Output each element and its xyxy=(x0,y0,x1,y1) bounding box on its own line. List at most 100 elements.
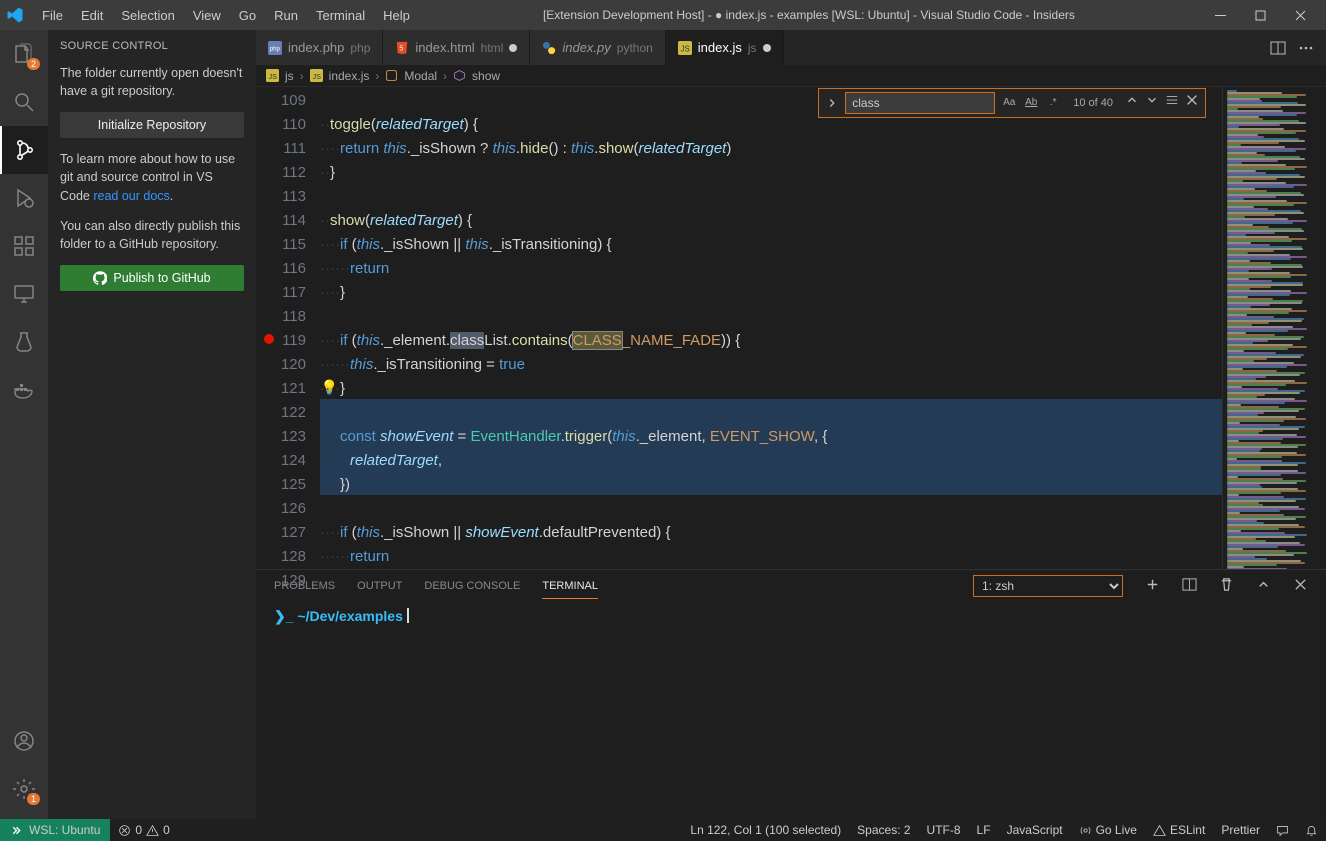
activity-source-control[interactable] xyxy=(0,126,48,174)
find-input[interactable] xyxy=(845,92,995,114)
match-whole-word-icon[interactable]: Ab xyxy=(1023,95,1039,111)
tab-lang: js xyxy=(748,41,757,55)
eslint-warn-icon xyxy=(1153,824,1166,837)
status-indentation[interactable]: Spaces: 2 xyxy=(849,823,918,837)
status-problems[interactable]: 0 0 xyxy=(110,823,177,837)
publish-to-github-button[interactable]: Publish to GitHub xyxy=(60,265,244,291)
activity-remote-explorer[interactable] xyxy=(0,270,48,318)
menu-help[interactable]: Help xyxy=(375,4,418,27)
terminal-shell-select[interactable]: 1: zsh xyxy=(973,575,1123,597)
panel-tab-terminal[interactable]: TERMINAL xyxy=(542,574,598,599)
code-editor[interactable]: Aa Ab .* 10 of 40 1091101111121131141151… xyxy=(256,87,1326,569)
editor-gutter[interactable]: 109110111112113114115116117118119120💡121… xyxy=(256,87,320,569)
match-case-icon[interactable]: Aa xyxy=(1001,95,1017,111)
status-cursor-position[interactable]: Ln 122, Col 1 (100 selected) xyxy=(682,823,849,837)
class-symbol-icon xyxy=(385,69,398,82)
activity-explorer[interactable]: 2 xyxy=(0,30,48,78)
status-encoding[interactable]: UTF-8 xyxy=(919,823,969,837)
svg-text:JS: JS xyxy=(268,72,277,81)
find-count: 10 of 40 xyxy=(1073,91,1113,115)
breakpoint-icon[interactable] xyxy=(264,334,274,344)
close-panel-button[interactable] xyxy=(1293,577,1308,595)
terminal-path: ~/Dev/examples xyxy=(297,608,402,624)
title-bar: FileEditSelectionViewGoRunTerminalHelp [… xyxy=(0,0,1326,30)
html-file-icon: 5 xyxy=(395,41,409,55)
editor-tab-index-php[interactable]: phpindex.phpphp xyxy=(256,30,383,65)
py-file-icon xyxy=(542,41,556,55)
status-bell[interactable] xyxy=(1297,824,1326,837)
status-golive[interactable]: Go Live xyxy=(1071,823,1145,837)
window-maximize-button[interactable] xyxy=(1240,0,1280,30)
tab-lang: php xyxy=(350,41,370,55)
menu-edit[interactable]: Edit xyxy=(73,4,111,27)
find-selection-icon[interactable] xyxy=(1165,91,1179,115)
panel-tabs: PROBLEMSOUTPUTDEBUG CONSOLETERMINAL 1: z… xyxy=(256,570,1326,602)
kill-terminal-button[interactable] xyxy=(1219,577,1234,595)
remote-icon xyxy=(10,824,23,837)
activity-run-debug[interactable] xyxy=(0,174,48,222)
menu-go[interactable]: Go xyxy=(231,4,264,27)
window-close-button[interactable] xyxy=(1280,0,1320,30)
vscode-logo-icon xyxy=(6,6,24,24)
menu-bar[interactable]: FileEditSelectionViewGoRunTerminalHelp xyxy=(34,4,418,27)
settings-badge: 1 xyxy=(27,793,40,805)
status-eol[interactable]: LF xyxy=(969,823,999,837)
dirty-indicator-icon xyxy=(509,44,517,52)
editor-tab-index-js[interactable]: JSindex.jsjs xyxy=(666,30,784,65)
editor-tab-index-py[interactable]: index.pypython xyxy=(530,30,665,65)
find-widget: Aa Ab .* 10 of 40 xyxy=(818,88,1206,118)
status-bar: WSL: Ubuntu 0 0 Ln 122, Col 1 (100 selec… xyxy=(0,819,1326,841)
sidebar-docs-message: To learn more about how to use git and s… xyxy=(60,150,244,204)
regex-icon[interactable]: .* xyxy=(1045,95,1061,111)
activity-search[interactable] xyxy=(0,78,48,126)
menu-selection[interactable]: Selection xyxy=(113,4,182,27)
status-remote[interactable]: WSL: Ubuntu xyxy=(0,819,110,841)
status-eslint[interactable]: ESLint xyxy=(1145,823,1213,837)
sidebar-publish-message: You can also directly publish this folde… xyxy=(60,217,244,253)
initialize-repository-button[interactable]: Initialize Repository xyxy=(60,112,244,138)
activity-settings[interactable]: 1 xyxy=(0,765,48,813)
new-terminal-button[interactable] xyxy=(1145,577,1160,595)
menu-file[interactable]: File xyxy=(34,4,71,27)
menu-run[interactable]: Run xyxy=(266,4,306,27)
js-file-icon: JS xyxy=(678,41,692,55)
php-file-icon: php xyxy=(268,41,282,55)
js-file-icon: JS xyxy=(310,69,323,82)
explorer-badge: 2 xyxy=(27,58,40,70)
minimap[interactable] xyxy=(1222,87,1326,569)
find-prev-button[interactable] xyxy=(1125,91,1139,115)
tab-label: index.html xyxy=(415,40,474,55)
menu-view[interactable]: View xyxy=(185,4,229,27)
maximize-panel-button[interactable] xyxy=(1256,577,1271,595)
panel-tab-debug-console[interactable]: DEBUG CONSOLE xyxy=(424,574,520,598)
dirty-indicator-icon xyxy=(763,44,771,52)
activity-docker[interactable] xyxy=(0,366,48,414)
window-minimize-button[interactable] xyxy=(1200,0,1240,30)
sidebar-message-no-repo: The folder currently open doesn't have a… xyxy=(60,64,244,100)
menu-terminal[interactable]: Terminal xyxy=(308,4,373,27)
activity-account[interactable] xyxy=(0,717,48,765)
sidebar-title: SOURCE CONTROL xyxy=(60,40,244,52)
find-next-button[interactable] xyxy=(1145,91,1159,115)
find-expand-icon[interactable] xyxy=(825,96,839,110)
status-language[interactable]: JavaScript xyxy=(999,823,1071,837)
split-terminal-button[interactable] xyxy=(1182,577,1197,595)
split-editor-icon[interactable] xyxy=(1270,40,1286,56)
editor-tabs: phpindex.phpphp5index.htmlhtmlindex.pypy… xyxy=(256,30,1326,65)
breadcrumbs[interactable]: JS js› JS index.js› Modal› show xyxy=(256,65,1326,87)
bell-icon xyxy=(1305,824,1318,837)
editor-tab-index-html[interactable]: 5index.htmlhtml xyxy=(383,30,530,65)
status-prettier[interactable]: Prettier xyxy=(1213,823,1268,837)
terminal[interactable]: ❯_ ~/Dev/examples xyxy=(256,602,1326,819)
error-icon xyxy=(118,824,131,837)
activity-extensions[interactable] xyxy=(0,222,48,270)
activity-testing[interactable] xyxy=(0,318,48,366)
status-feedback[interactable] xyxy=(1268,824,1297,837)
method-symbol-icon xyxy=(453,69,466,82)
editor-content[interactable]: ··toggle(relatedTarget) {····return this… xyxy=(320,87,1222,569)
find-close-button[interactable] xyxy=(1185,91,1199,115)
read-docs-link[interactable]: read our docs xyxy=(93,189,169,203)
panel-tab-output[interactable]: OUTPUT xyxy=(357,574,402,598)
svg-text:JS: JS xyxy=(680,44,689,53)
more-actions-icon[interactable] xyxy=(1298,40,1314,56)
